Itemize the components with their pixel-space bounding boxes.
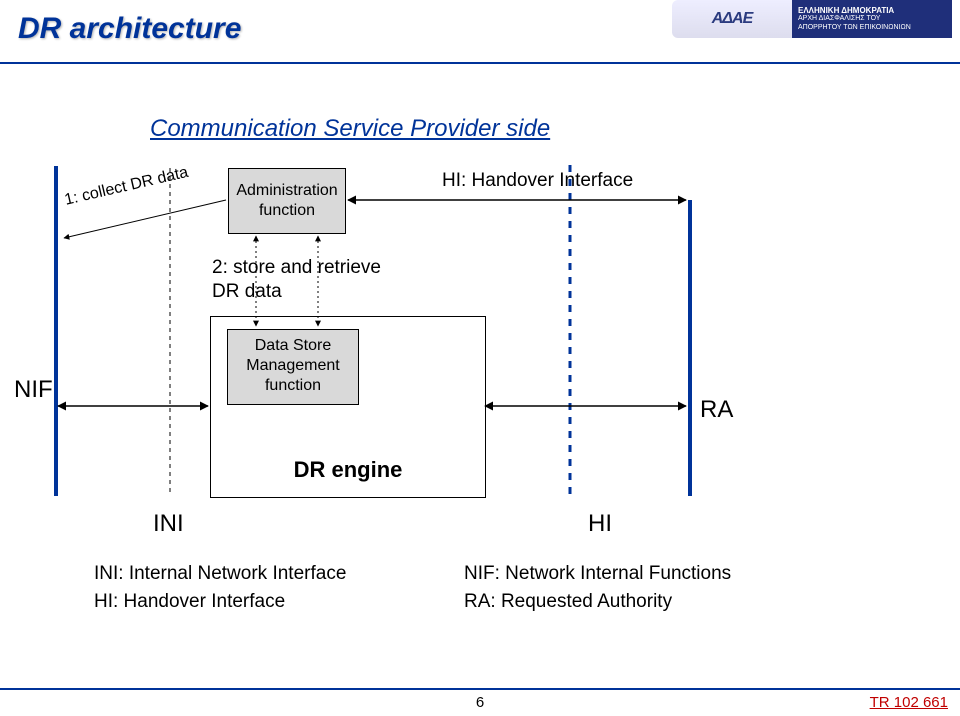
- legend-nif: NIF: Network Internal Functions: [464, 560, 731, 588]
- legend-ra: RA: Requested Authority: [464, 588, 731, 616]
- brand-badge: ΑΔΑE ΕΛΛΗΝΙΚΗ ΔΗΜΟΚΡΑΤΙΑ ΑΡΧΗ ΔΙΑΣΦΑΛΙΣΗ…: [672, 0, 952, 38]
- rule-top: [0, 62, 960, 64]
- data-store-mgmt-box: Data Store Management function: [227, 329, 359, 405]
- admin-function-box: Administration function: [228, 168, 346, 234]
- brand-line1: ΕΛΛΗΝΙΚΗ ΔΗΜΟΚΡΑΤΙΑ: [798, 6, 946, 16]
- store-retrieve-label: 2: store and retrieve DR data: [212, 256, 381, 304]
- store-l1: 2: store and retrieve: [212, 256, 381, 280]
- legend-left: INI: Internal Network Interface HI: Hand…: [94, 560, 346, 616]
- ra-label: RA: [700, 396, 733, 424]
- dr-engine-label: DR engine: [211, 457, 485, 483]
- nif-label: NIF: [14, 376, 53, 404]
- brand-logo: ΑΔΑE: [672, 0, 792, 38]
- legend-hi: HI: Handover Interface: [94, 588, 346, 616]
- admin-box-l1: Administration: [229, 181, 345, 201]
- csp-heading: Communication Service Provider side: [150, 115, 550, 143]
- dsm-l3: function: [228, 376, 358, 396]
- collect-label: 1: collect DR data: [63, 164, 190, 210]
- rule-bottom: [0, 688, 960, 690]
- brand-line2: ΑΡΧΗ ΔΙΑΣΦΑΛΙΣΗΣ ΤΟΥ: [798, 15, 946, 23]
- doc-reference: TR 102 661: [870, 694, 948, 711]
- ini-label: INI: [153, 510, 184, 538]
- hi-top-label: HI: Handover Interface: [442, 170, 633, 192]
- admin-box-l2: function: [229, 201, 345, 221]
- dr-engine-box: Data Store Management function DR engine: [210, 316, 486, 498]
- slide-title: DR architecture: [18, 12, 241, 46]
- legend-ini: INI: Internal Network Interface: [94, 560, 346, 588]
- legend-right: NIF: Network Internal Functions RA: Requ…: [464, 560, 731, 616]
- page-number: 6: [0, 694, 960, 711]
- dsm-l1: Data Store: [228, 336, 358, 356]
- brand-text: ΕΛΛΗΝΙΚΗ ΔΗΜΟΚΡΑΤΙΑ ΑΡΧΗ ΔΙΑΣΦΑΛΙΣΗΣ ΤΟΥ…: [792, 0, 952, 38]
- store-l2: DR data: [212, 280, 381, 304]
- brand-line3: ΑΠΟΡΡΗΤΟΥ ΤΩΝ ΕΠΙΚΟΙΝΩΝΙΩΝ: [798, 24, 946, 32]
- slide: DR architecture ΑΔΑE ΕΛΛΗΝΙΚΗ ΔΗΜΟΚΡΑΤΙΑ…: [0, 0, 960, 716]
- dsm-l2: Management: [228, 356, 358, 376]
- hi-label: HI: [588, 510, 612, 538]
